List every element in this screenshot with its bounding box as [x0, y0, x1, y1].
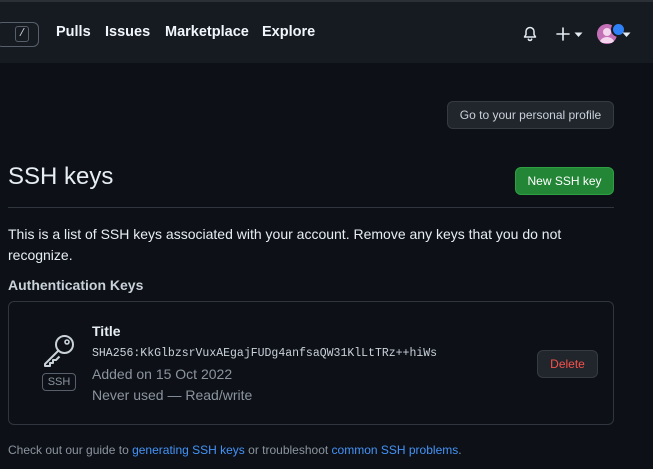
authentication-keys-heading: Authentication Keys	[8, 277, 144, 293]
chevron-down-icon[interactable]	[622, 32, 631, 38]
nav-issues[interactable]: Issues	[105, 24, 150, 40]
page-description: This is a list of SSH keys associated wi…	[8, 226, 562, 263]
key-icon	[44, 335, 74, 367]
footer-help-text: Check out our guide to generating SSH ke…	[8, 443, 462, 457]
nav-pulls[interactable]: Pulls	[56, 24, 91, 40]
nav-marketplace[interactable]: Marketplace	[165, 24, 249, 40]
nav-explore[interactable]: Explore	[262, 24, 315, 40]
plus-icon[interactable]	[555, 26, 571, 42]
search-shortcut-hint: /	[15, 26, 29, 42]
chevron-down-icon[interactable]	[574, 32, 583, 38]
go-to-profile-button[interactable]: Go to your personal profile	[447, 101, 614, 129]
generating-ssh-keys-link[interactable]: generating SSH keys	[132, 443, 245, 457]
delete-key-button[interactable]: Delete	[537, 350, 598, 378]
common-ssh-problems-link[interactable]: common SSH problems	[332, 443, 459, 457]
ssh-key-item: SSH Title SHA256:KkGlbzsrVuxAEgajFUDg4an…	[8, 301, 614, 425]
bell-icon[interactable]	[522, 26, 538, 42]
key-fingerprint: SHA256:KkGlbzsrVuxAEgajFUDg4anfsaQW31KlL…	[92, 347, 438, 360]
top-navigation-bar: / Pulls Issues Marketplace Explore	[0, 0, 653, 63]
page-title: SSH keys	[8, 163, 114, 190]
key-added-date: Added on 15 Oct 2022	[92, 366, 233, 382]
divider	[8, 207, 614, 208]
key-title: Title	[92, 323, 121, 339]
search-input[interactable]: /	[0, 22, 39, 47]
footer-suffix: .	[458, 443, 462, 457]
new-ssh-key-button[interactable]: New SSH key	[515, 167, 614, 195]
footer-prefix: Check out our guide to	[8, 443, 133, 457]
ssh-badge: SSH	[42, 373, 76, 391]
footer-middle: or troubleshoot	[244, 443, 332, 457]
key-usage: Never used — Read/write	[92, 387, 253, 403]
